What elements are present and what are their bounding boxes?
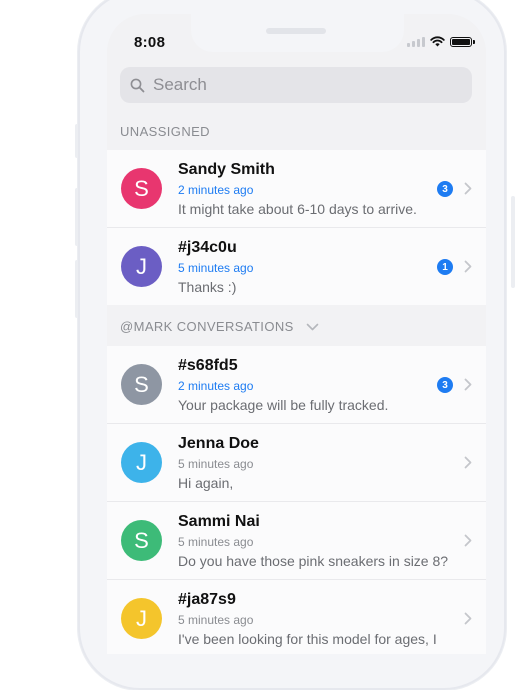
avatar: J [121, 598, 162, 639]
avatar: J [121, 442, 162, 483]
search-bar[interactable] [120, 67, 472, 103]
contact-name: Sammi Nai [178, 513, 260, 530]
avatar: J [121, 246, 162, 287]
contact-name: #j34c0u [178, 239, 237, 256]
conversation-row[interactable]: S Sammi Nai 5 minutes ago Do you have th… [107, 502, 486, 580]
contact-name: Sandy Smith [178, 161, 275, 178]
unread-badge: 3 [437, 181, 453, 197]
conversation-row[interactable]: J #ja87s9 5 minutes ago I've been lookin… [107, 580, 486, 654]
message-preview: Do you have those pink sneakers in size … [178, 553, 449, 569]
search-input[interactable] [151, 74, 455, 96]
conversation-row[interactable]: S #s68fd5 2 minutes ago Your package wil… [107, 346, 486, 424]
avatar: S [121, 364, 162, 405]
section-header-mark-conversations[interactable]: @MARK CONVERSATIONS [120, 319, 319, 334]
contact-name: #ja87s9 [178, 591, 236, 608]
signal-icon [407, 36, 425, 47]
chevron-right-icon [464, 378, 472, 391]
chevron-right-icon [464, 182, 472, 195]
section-title: UNASSIGNED [120, 124, 210, 139]
notch [191, 14, 404, 52]
chevron-right-icon [464, 260, 472, 273]
avatar: S [121, 168, 162, 209]
message-preview: Your package will be fully tracked. [178, 397, 389, 413]
chevron-down-icon[interactable] [306, 323, 319, 331]
status-time: 8:08 [134, 34, 166, 51]
timestamp: 5 minutes ago [178, 613, 254, 627]
message-preview: Thanks :) [178, 279, 237, 295]
contact-name: Jenna Doe [178, 435, 259, 452]
timestamp: 2 minutes ago [178, 379, 254, 393]
conversation-row[interactable]: J Jenna Doe 5 minutes ago Hi again, [107, 424, 486, 502]
speaker [266, 28, 326, 34]
chevron-right-icon [464, 534, 472, 547]
section-header-unassigned: UNASSIGNED [120, 124, 210, 139]
conversation-list-unassigned: S Sandy Smith 2 minutes ago It might tak… [107, 150, 486, 305]
avatar: S [121, 520, 162, 561]
message-preview: It might take about 6-10 days to arrive. [178, 201, 417, 217]
app-screen: 8:08 UNASSIGNED S Sandy Smith 2 minutes … [107, 14, 486, 654]
conversation-row[interactable]: J #j34c0u 5 minutes ago Thanks :) 1 [107, 228, 486, 305]
wifi-icon [430, 36, 445, 47]
message-preview: I've been looking for this model for age… [178, 631, 437, 647]
status-icons [407, 36, 475, 47]
timestamp: 2 minutes ago [178, 183, 254, 197]
unread-badge: 3 [437, 377, 453, 393]
search-icon [130, 78, 145, 92]
chevron-right-icon [464, 612, 472, 625]
unread-badge: 1 [437, 259, 453, 275]
chevron-right-icon [464, 456, 472, 469]
timestamp: 5 minutes ago [178, 535, 254, 549]
contact-name: #s68fd5 [178, 357, 238, 374]
phone-power-button [511, 196, 515, 288]
timestamp: 5 minutes ago [178, 261, 254, 275]
timestamp: 5 minutes ago [178, 457, 254, 471]
section-title: @MARK CONVERSATIONS [120, 319, 294, 334]
conversation-row[interactable]: S Sandy Smith 2 minutes ago It might tak… [107, 150, 486, 228]
conversation-list-mark: S #s68fd5 2 minutes ago Your package wil… [107, 346, 486, 654]
message-preview: Hi again, [178, 475, 234, 491]
battery-icon [450, 36, 475, 47]
